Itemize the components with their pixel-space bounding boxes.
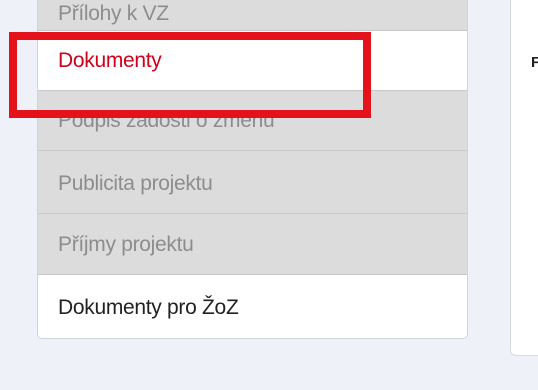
content-heading: F bbox=[531, 54, 538, 71]
screen: Přílohy k VZ Dokumenty Podpis žádosti o … bbox=[0, 0, 538, 390]
nav-item-label: Dokumenty bbox=[58, 48, 162, 72]
nav-item-label: Přílohy k VZ bbox=[58, 2, 169, 25]
nav-item-publicita-projektu[interactable]: Publicita projektu bbox=[38, 154, 467, 214]
nav-item-label: Podpis žádosti o změnu bbox=[58, 108, 275, 132]
nav-item-prijmy-projektu[interactable]: Příjmy projektu bbox=[38, 215, 467, 275]
nav-item-label: Dokumenty pro ŽoZ bbox=[58, 295, 239, 319]
nav-item-dokumenty-pro-zoz[interactable]: Dokumenty pro ŽoZ bbox=[38, 275, 467, 338]
nav-item-prilohy-k-vz[interactable]: Přílohy k VZ bbox=[38, 0, 467, 31]
nav-item-label: Příjmy projektu bbox=[58, 232, 194, 256]
side-navigation: Přílohy k VZ Dokumenty Podpis žádosti o … bbox=[37, 0, 468, 339]
content-panel: F bbox=[510, 0, 538, 356]
nav-item-label: Publicita projektu bbox=[58, 171, 213, 195]
nav-item-podpis-zadosti-o-zmenu[interactable]: Podpis žádosti o změnu bbox=[38, 91, 467, 151]
nav-item-dokumenty[interactable]: Dokumenty bbox=[38, 31, 467, 91]
